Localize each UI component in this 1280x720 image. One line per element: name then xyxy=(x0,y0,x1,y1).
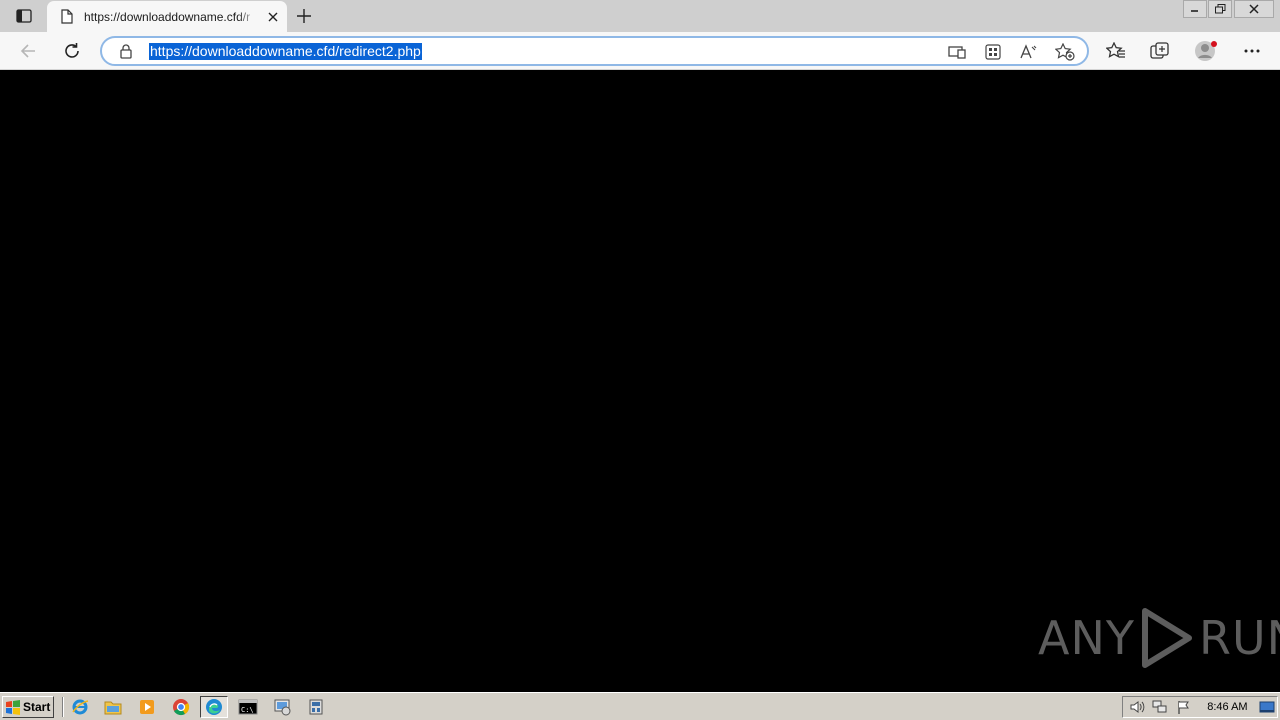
more-icon[interactable] xyxy=(1240,40,1264,62)
apps-icon[interactable] xyxy=(983,42,1003,62)
address-bar[interactable]: https://downloaddowname.cfd/redirect2.ph… xyxy=(100,36,1089,66)
network-icon[interactable] xyxy=(1150,698,1169,716)
close-tab-icon[interactable] xyxy=(264,8,282,26)
refresh-button[interactable] xyxy=(58,37,86,65)
browser-toolbar: https://downloaddowname.cfd/redirect2.ph… xyxy=(0,32,1280,70)
volume-icon[interactable] xyxy=(1127,698,1146,716)
taskbar-separator xyxy=(62,697,64,717)
internet-explorer-icon[interactable] xyxy=(66,696,94,718)
active-tab[interactable]: https://downloaddowname.cfd/r xyxy=(47,1,287,32)
clock[interactable]: 8:46 AM xyxy=(1207,701,1247,713)
tab-actions-icon[interactable] xyxy=(8,5,40,27)
svg-text:C:\: C:\ xyxy=(241,706,254,714)
action-center-flag-icon[interactable] xyxy=(1174,698,1193,716)
taskbar: Start C:\ 8:46 AM xyxy=(0,692,1280,720)
page-content[interactable]: ANY RUN xyxy=(0,71,1280,692)
system-tray: 8:46 AM xyxy=(1122,696,1278,718)
close-window-button[interactable] xyxy=(1234,0,1274,18)
edge-icon[interactable] xyxy=(200,696,228,718)
show-desktop-icon[interactable] xyxy=(1258,698,1277,716)
play-icon xyxy=(1141,608,1192,668)
url-text[interactable]: https://downloaddowname.cfd/redirect2.ph… xyxy=(149,43,422,60)
start-label: Start xyxy=(23,700,51,714)
restore-button[interactable] xyxy=(1208,0,1232,18)
profile-icon[interactable] xyxy=(1194,40,1218,62)
watermark-left-text: ANY xyxy=(1038,611,1135,665)
collections-icon[interactable] xyxy=(1148,40,1172,62)
tab-title: https://downloaddowname.cfd/r xyxy=(84,9,251,24)
media-player-icon[interactable] xyxy=(133,696,161,718)
anyrun-watermark: ANY RUN xyxy=(1038,607,1280,669)
back-button[interactable] xyxy=(14,37,42,65)
cmd-icon[interactable]: C:\ xyxy=(234,696,262,718)
control-panel-icon[interactable] xyxy=(268,696,296,718)
favorites-icon[interactable] xyxy=(1104,40,1128,62)
add-favorite-icon[interactable] xyxy=(1055,42,1075,62)
page-icon xyxy=(59,9,75,25)
start-button[interactable]: Start xyxy=(2,696,54,718)
watermark-right-text: RUN xyxy=(1198,611,1280,665)
windows-logo-icon xyxy=(5,699,21,715)
chrome-icon[interactable] xyxy=(167,696,195,718)
file-explorer-icon[interactable] xyxy=(99,696,127,718)
new-tab-button[interactable] xyxy=(292,5,316,27)
immersive-reader-icon[interactable] xyxy=(947,42,967,62)
read-aloud-icon[interactable] xyxy=(1019,42,1039,62)
lock-icon[interactable] xyxy=(118,43,134,59)
tab-strip: https://downloaddowname.cfd/r xyxy=(0,0,1280,32)
minimize-button[interactable] xyxy=(1183,0,1207,18)
network-config-icon[interactable] xyxy=(302,696,330,718)
